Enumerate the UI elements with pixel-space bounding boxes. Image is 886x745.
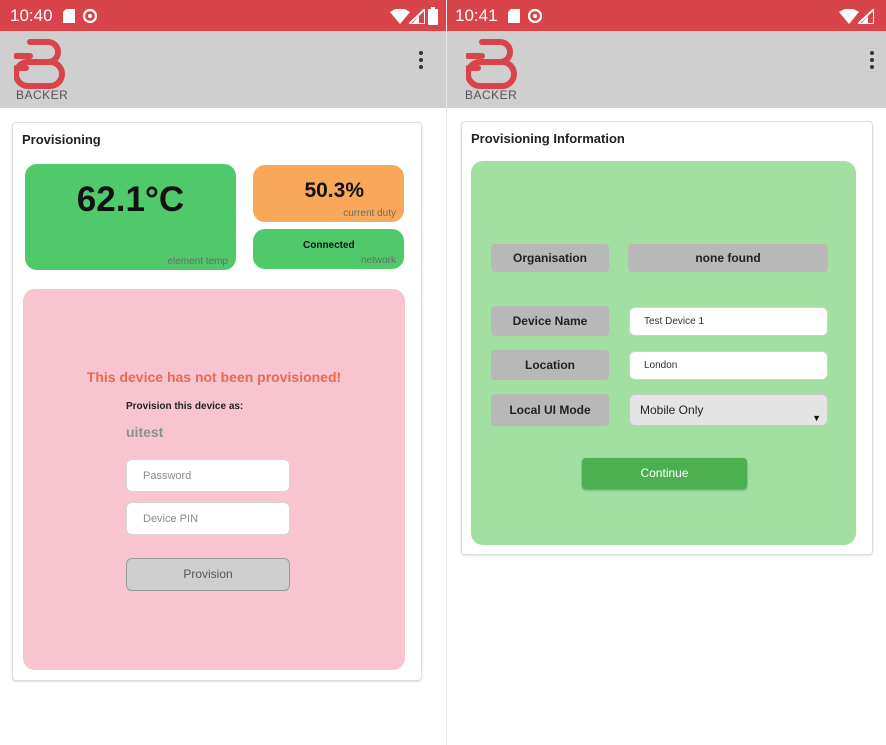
status-bar: 10:40 — [0, 0, 446, 31]
app-bar: BACKER — [0, 31, 446, 108]
password-input[interactable] — [126, 459, 290, 492]
overflow-menu-icon[interactable] — [414, 51, 428, 77]
duty-value: 50.3% — [304, 179, 364, 202]
signal-icon — [409, 9, 425, 24]
logo-text: BACKER — [465, 88, 518, 102]
card-title: Provisioning Information — [471, 131, 625, 146]
provision-button[interactable]: Provision — [126, 558, 290, 591]
network-caption: network — [360, 255, 396, 266]
temperature-caption: element temp — [167, 256, 228, 267]
temperature-tile: 62.1°C element temp — [25, 164, 236, 270]
location-label: Location — [491, 350, 609, 380]
status-time: 10:41 — [455, 6, 498, 25]
organisation-value: none found — [628, 244, 828, 272]
logo-text: BACKER — [16, 88, 69, 102]
provisioning-info-panel: Organisation none found Device Name Loca… — [471, 161, 856, 545]
status-bar: 10:41 — [447, 0, 886, 31]
app-bar: BACKER — [447, 31, 886, 108]
battery-icon — [428, 7, 438, 25]
temperature-value: 62.1°C — [76, 180, 185, 219]
status-time: 10:40 — [10, 6, 53, 25]
organisation-label: Organisation — [491, 244, 609, 272]
data-saver-icon — [82, 8, 98, 24]
sd-card-icon — [508, 9, 520, 23]
duty-tile: 50.3% current duty — [253, 165, 404, 222]
location-input[interactable] — [629, 351, 828, 380]
local-ui-mode-select[interactable]: Mobile Only ▼ — [629, 394, 828, 426]
network-status: Connected — [303, 240, 355, 251]
sd-card-icon — [63, 9, 75, 23]
wifi-icon — [839, 9, 859, 24]
device-name-input[interactable] — [629, 307, 828, 336]
duty-caption: current duty — [343, 208, 396, 219]
overflow-menu-icon[interactable] — [865, 51, 879, 77]
local-ui-mode-label: Local UI Mode — [491, 394, 609, 426]
not-provisioned-warning: This device has not been provisioned! — [86, 369, 342, 385]
device-pin-input[interactable] — [126, 502, 290, 535]
wifi-icon — [390, 9, 410, 24]
left-phone-screen: 10:40 BACKER Provisioning 62.1°C element… — [0, 0, 446, 745]
provision-as-label: Provision this device as: — [126, 401, 244, 412]
network-tile: Connected network — [253, 229, 404, 269]
right-phone-screen: 10:41 BACKER Provisioning Information Or… — [447, 0, 886, 745]
device-name-label: Device Name — [491, 306, 609, 336]
provisioning-info-card: Provisioning Information Organisation no… — [461, 121, 873, 555]
signal-icon — [858, 9, 874, 24]
local-ui-mode-value: Mobile Only — [640, 403, 704, 417]
unprovisioned-panel: This device has not been provisioned! Pr… — [23, 289, 405, 670]
continue-button[interactable]: Continue — [582, 458, 747, 489]
dropdown-arrow-icon: ▼ — [812, 413, 821, 423]
provisioning-card: Provisioning 62.1°C element temp 50.3% c… — [12, 122, 422, 681]
card-title: Provisioning — [22, 132, 101, 147]
data-saver-icon — [527, 8, 543, 24]
username-display: uitest — [126, 424, 164, 440]
